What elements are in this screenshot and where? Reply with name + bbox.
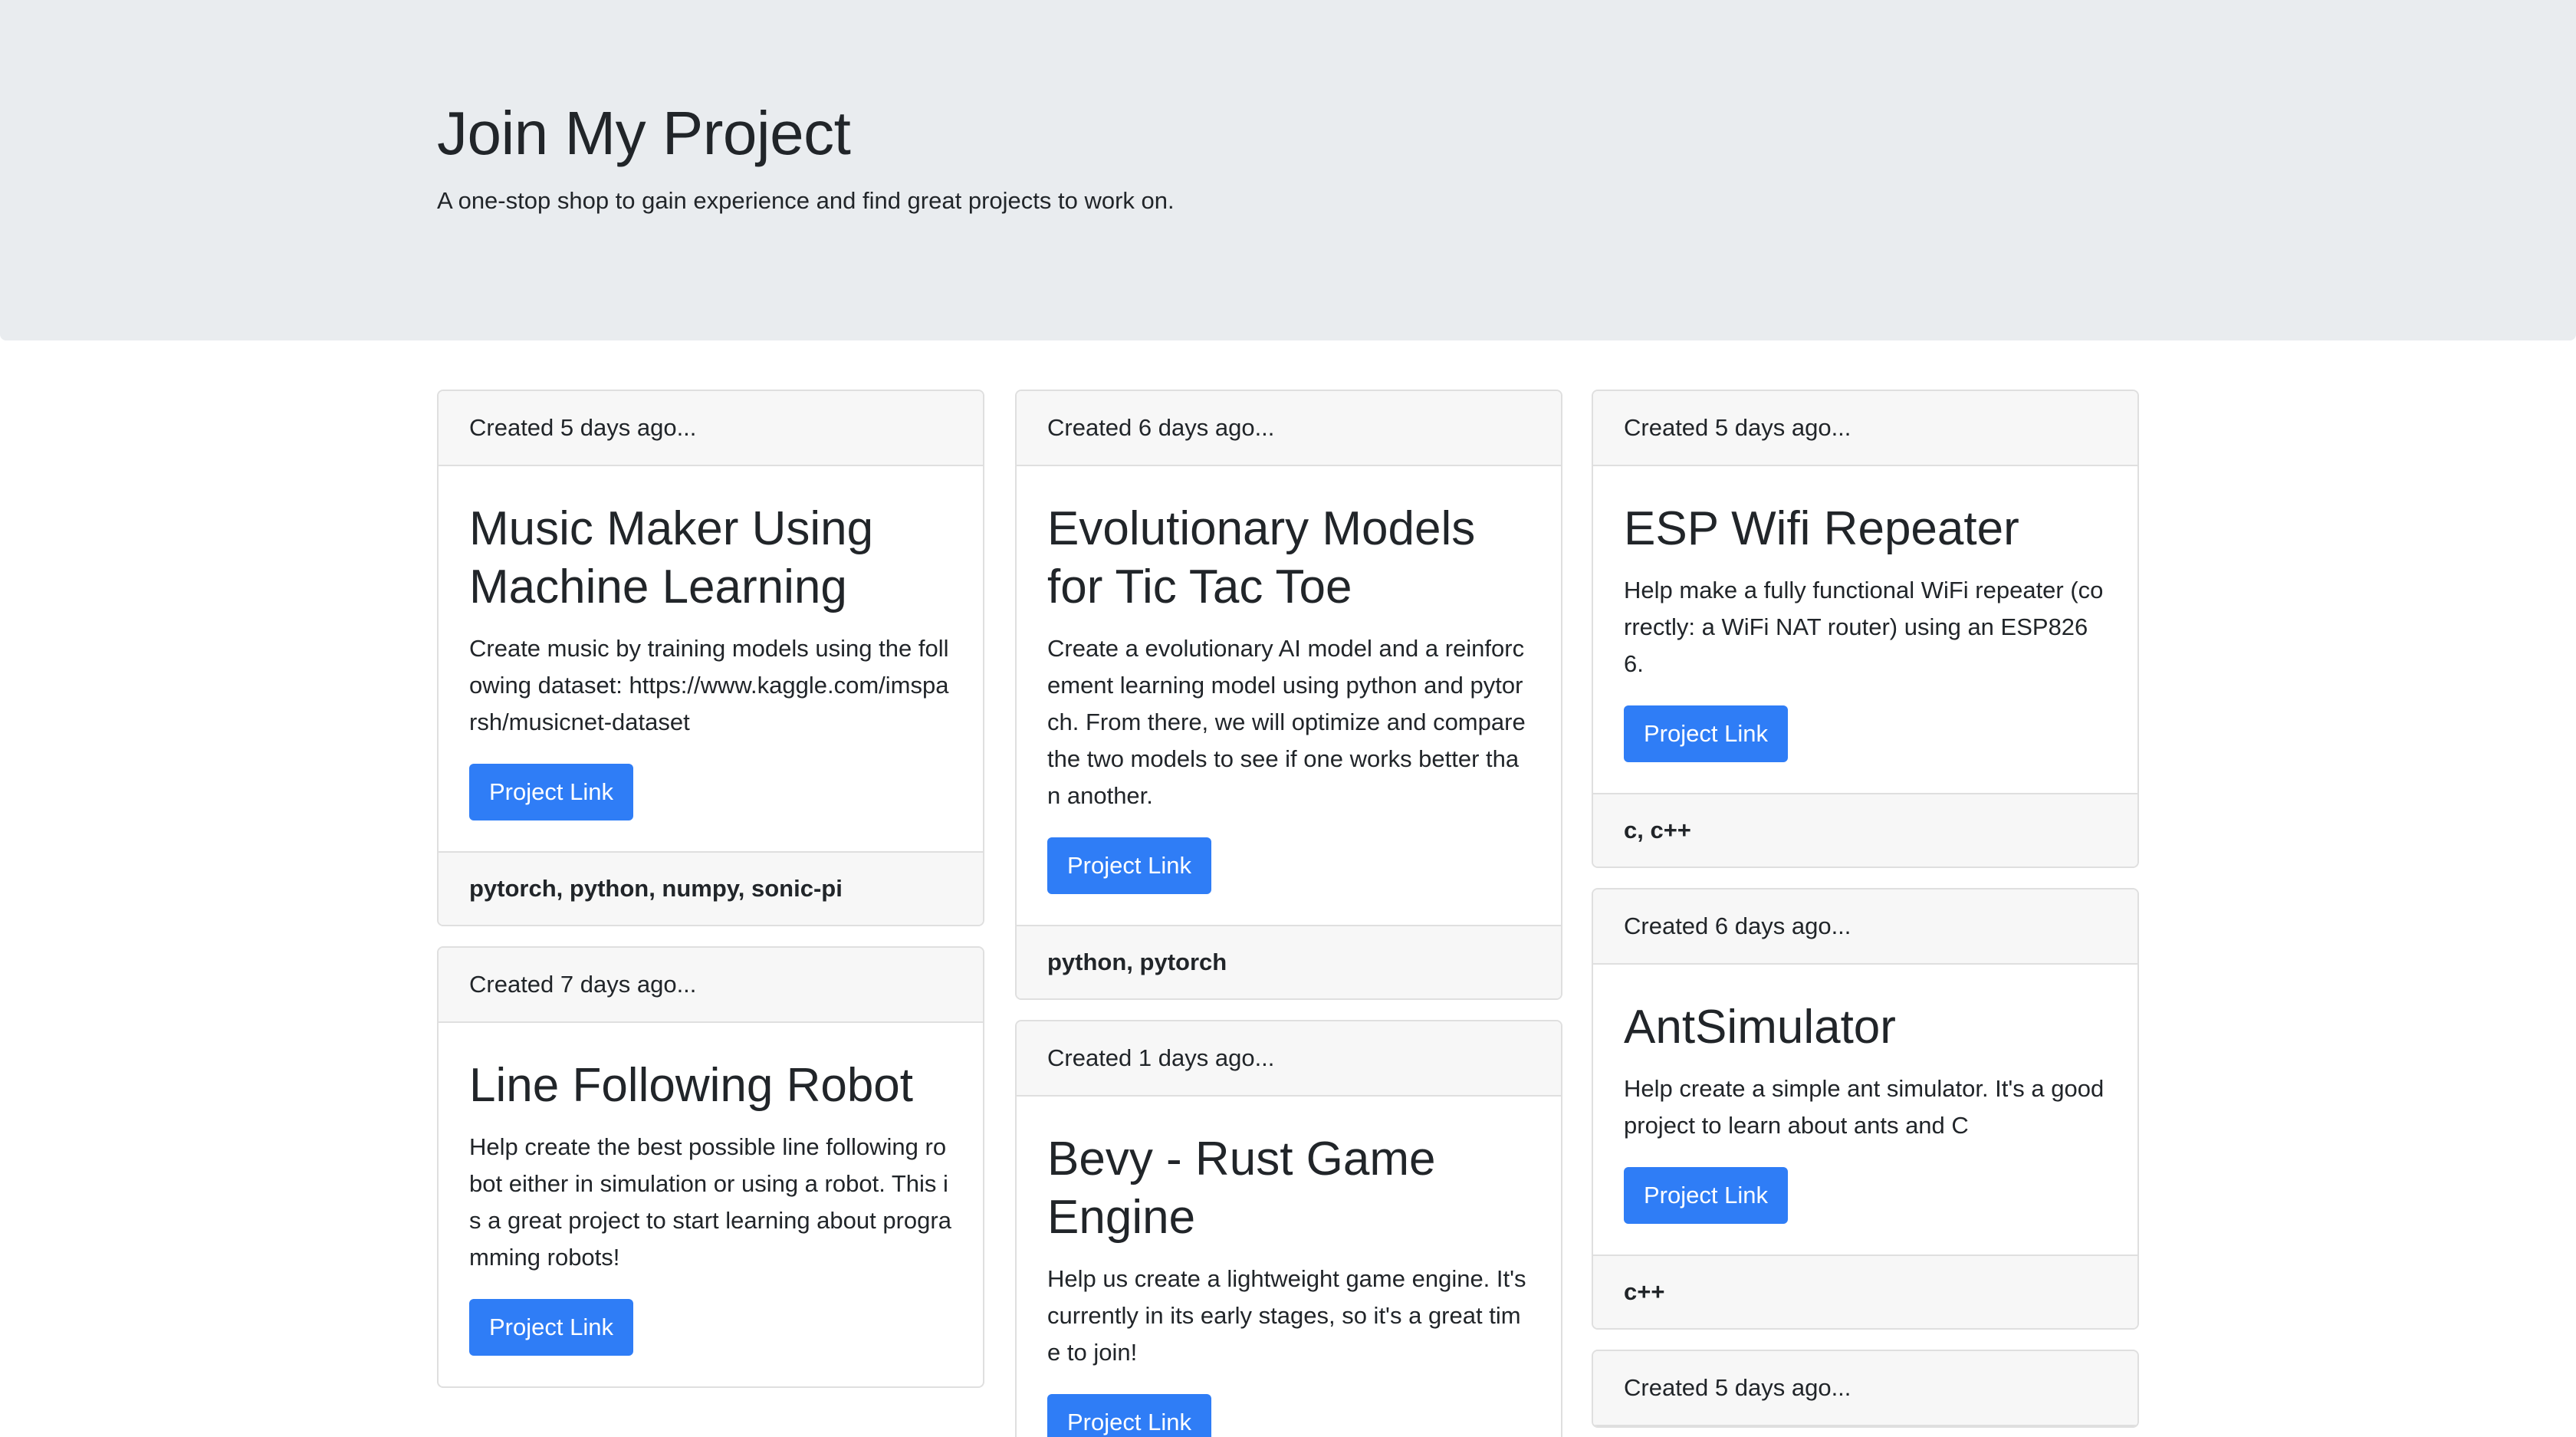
- project-link-button[interactable]: Project Link: [469, 764, 633, 820]
- card-tags: c, c++: [1593, 793, 2137, 866]
- card-body: Bevy - Rust Game Engine Help us create a…: [1017, 1097, 1561, 1437]
- card-created-date: Created 6 days ago...: [1593, 889, 2137, 965]
- project-card: Created 6 days ago... AntSimulator Help …: [1592, 888, 2139, 1330]
- project-column-3: Created 5 days ago... ESP Wifi Repeater …: [1592, 390, 2139, 1437]
- project-card: Created 5 days ago... Music Maker Using …: [437, 390, 984, 926]
- card-body: Music Maker Using Machine Learning Creat…: [439, 466, 983, 851]
- card-description: Help create the best possible line follo…: [469, 1133, 951, 1271]
- card-body: AntSimulator Help create a simple ant si…: [1593, 965, 2137, 1254]
- card-description: Help us create a lightweight game engine…: [1047, 1265, 1526, 1366]
- card-title: Evolutionary Models for Tic Tac Toe: [1047, 502, 1476, 613]
- project-card: Created 1 days ago... Bevy - Rust Game E…: [1015, 1020, 1562, 1437]
- card-body: Evolutionary Models for Tic Tac Toe Crea…: [1017, 466, 1561, 925]
- hero-banner: Join My Project A one-stop shop to gain …: [0, 0, 2576, 340]
- card-created-date: Created 6 days ago...: [1017, 391, 1561, 466]
- project-link-button[interactable]: Project Link: [469, 1299, 633, 1356]
- card-description: Help make a fully functional WiFi repeat…: [1624, 577, 2104, 677]
- card-tags: pytorch, python, numpy, sonic-pi: [439, 851, 983, 925]
- project-card: Created 5 days ago...: [1592, 1350, 2139, 1428]
- card-description: Help create a simple ant simulator. It's…: [1624, 1075, 2104, 1139]
- card-title: Bevy - Rust Game Engine: [1047, 1133, 1436, 1244]
- hero-content: Join My Project A one-stop shop to gain …: [437, 97, 1175, 218]
- card-created-date: Created 7 days ago...: [439, 948, 983, 1023]
- project-card: Created 7 days ago... Line Following Rob…: [437, 946, 984, 1388]
- card-created-date: Created 5 days ago...: [439, 391, 983, 466]
- card-title: Music Maker Using Machine Learning: [469, 502, 874, 613]
- project-link-button[interactable]: Project Link: [1047, 837, 1211, 894]
- project-link-button[interactable]: Project Link: [1624, 705, 1788, 762]
- card-description: Create a evolutionary AI model and a rei…: [1047, 635, 1526, 809]
- card-tags: python, pytorch: [1017, 925, 1561, 998]
- card-title: AntSimulator: [1624, 1001, 1896, 1054]
- card-created-date: Created 5 days ago...: [1593, 391, 2137, 466]
- project-column-2: Created 6 days ago... Evolutionary Model…: [1015, 390, 1562, 1437]
- card-body: Line Following Robot Help create the bes…: [439, 1023, 983, 1386]
- page-title: Join My Project: [437, 99, 851, 167]
- project-link-button[interactable]: Project Link: [1047, 1394, 1211, 1437]
- card-created-date: Created 1 days ago...: [1017, 1021, 1561, 1097]
- project-card: Created 6 days ago... Evolutionary Model…: [1015, 390, 1562, 1000]
- card-title: ESP Wifi Repeater: [1624, 502, 2019, 555]
- project-card: Created 5 days ago... ESP Wifi Repeater …: [1592, 390, 2139, 868]
- page-subtitle: A one-stop shop to gain experience and f…: [437, 187, 1175, 214]
- card-tags: c++: [1593, 1254, 2137, 1328]
- project-column-1: Created 5 days ago... Music Maker Using …: [437, 390, 984, 1408]
- card-title: Line Following Robot: [469, 1059, 914, 1112]
- project-grid: Created 5 days ago... Music Maker Using …: [437, 390, 2139, 1437]
- project-link-button[interactable]: Project Link: [1624, 1167, 1788, 1224]
- card-created-date: Created 5 days ago...: [1593, 1351, 2137, 1426]
- card-description: Create music by training models using th…: [469, 635, 949, 735]
- card-body: ESP Wifi Repeater Help make a fully func…: [1593, 466, 2137, 793]
